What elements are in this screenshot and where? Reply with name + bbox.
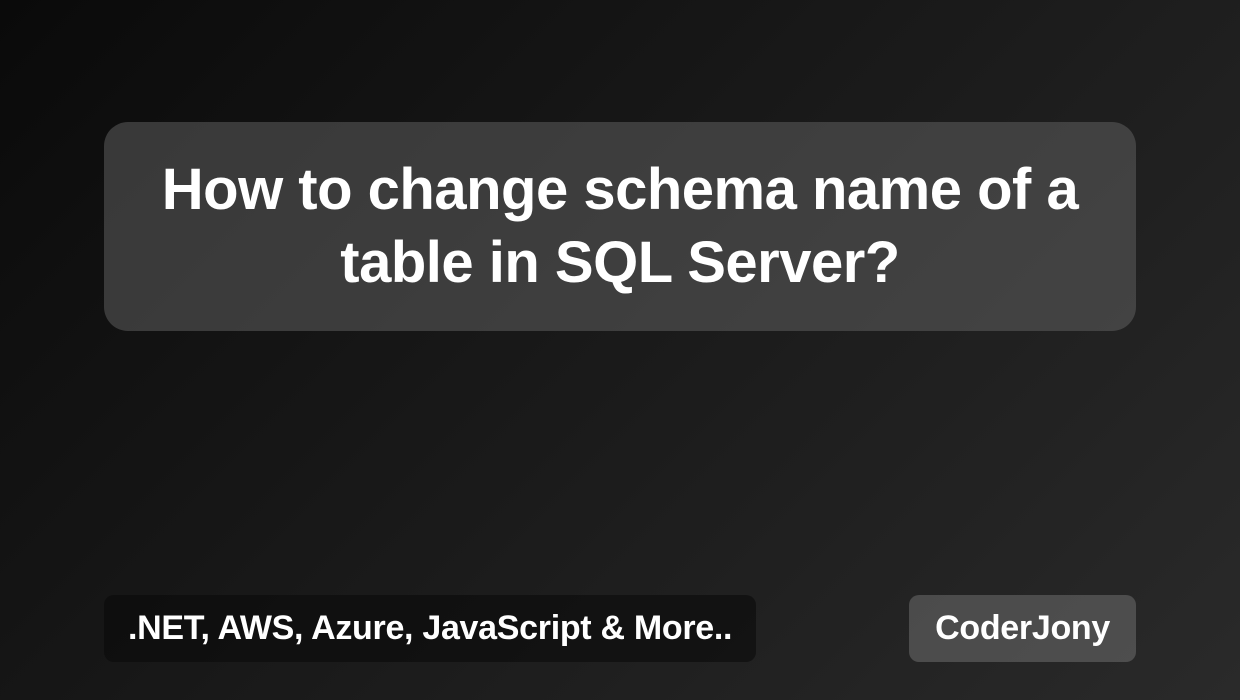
article-title: How to change schema name of a table in … [144,154,1096,299]
brand-text: CoderJony [935,609,1110,648]
title-card: How to change schema name of a table in … [104,122,1136,331]
tagline-text: .NET, AWS, Azure, JavaScript & More.. [128,609,732,648]
brand-pill: CoderJony [909,595,1136,662]
tagline-pill: .NET, AWS, Azure, JavaScript & More.. [104,595,756,662]
